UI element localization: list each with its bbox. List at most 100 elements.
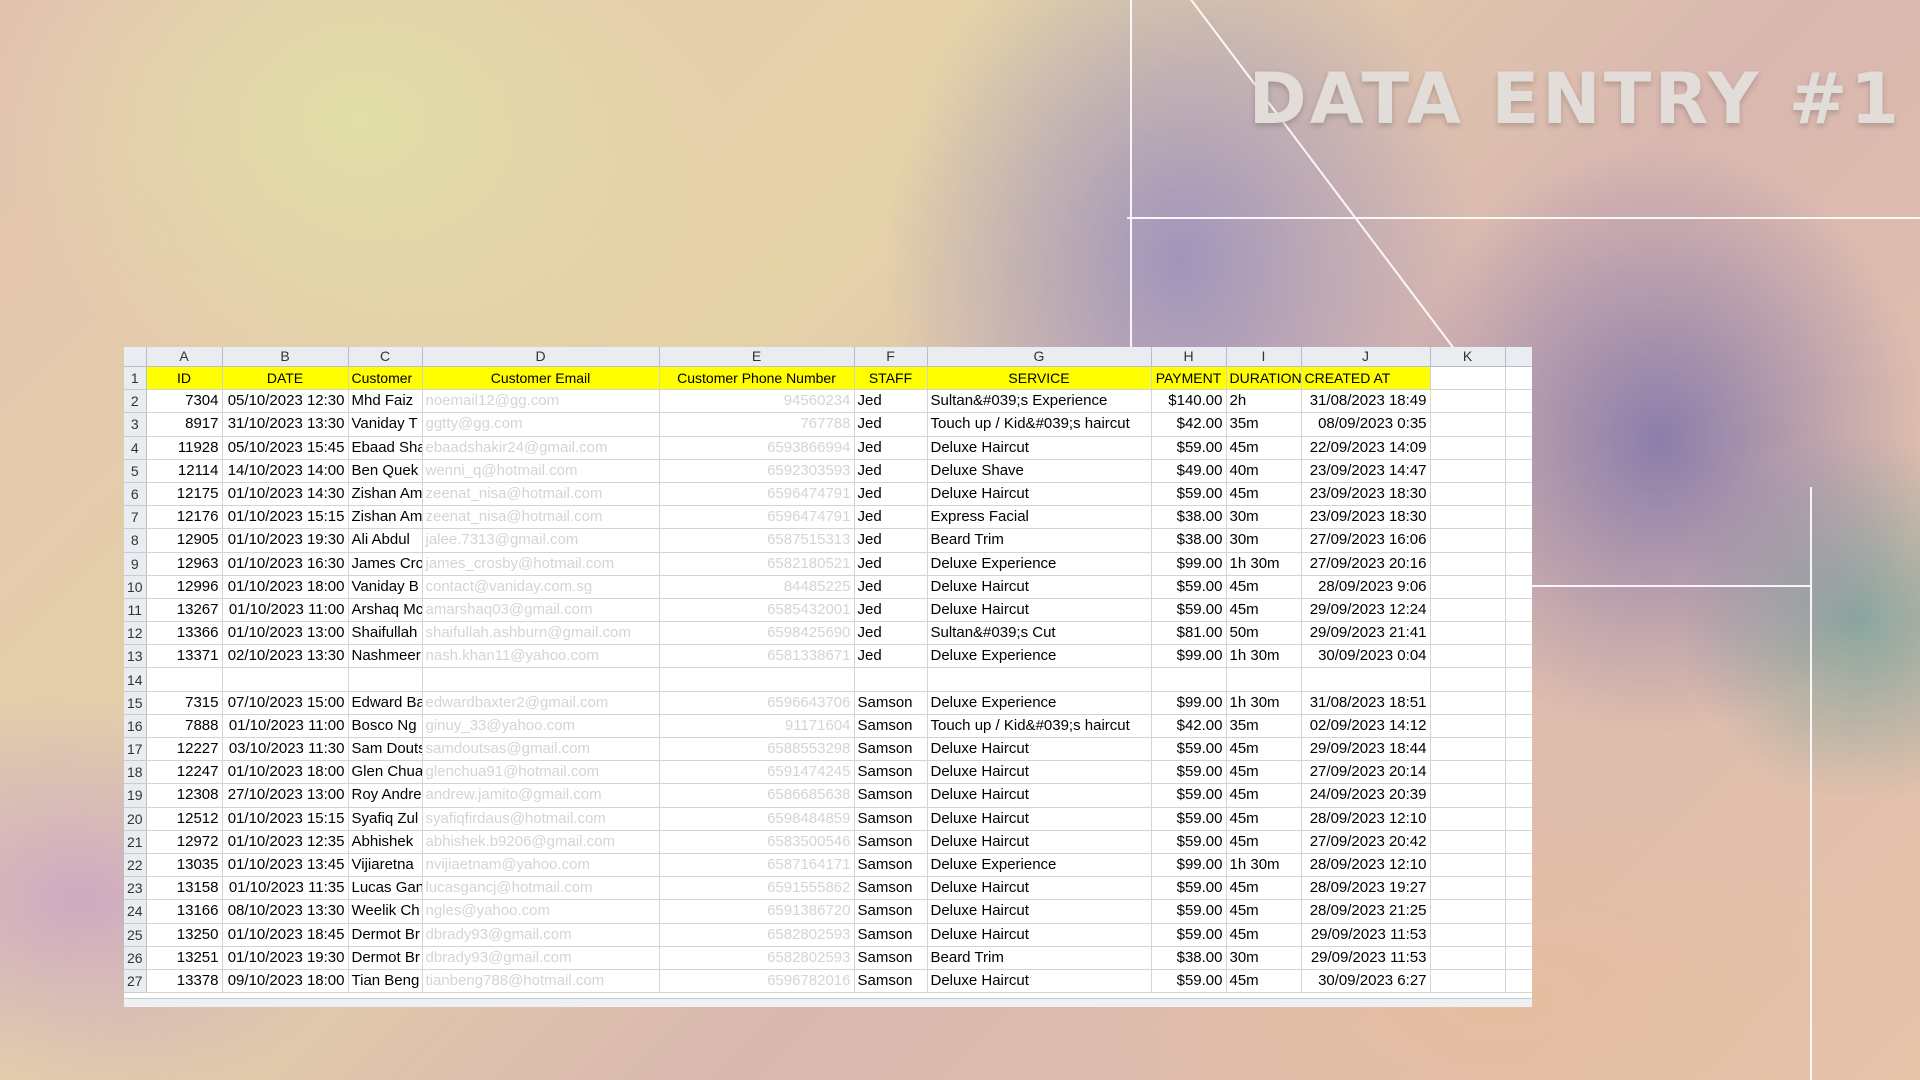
row-number[interactable]: 5 [124,459,147,483]
cell-id[interactable]: 12176 [146,505,223,530]
cell-customer[interactable]: Vaniday T [348,412,423,437]
cell[interactable] [1430,737,1506,762]
cell[interactable] [1430,575,1506,599]
cell-id[interactable]: 12996 [146,575,223,599]
header-cell[interactable]: DATE [222,366,349,391]
cell-email[interactable]: ginuy_33@yahoo.com [422,714,660,739]
row-number[interactable]: 3 [124,412,147,437]
cell-id[interactable]: 7888 [146,714,223,739]
cell-payment[interactable]: $59.00 [1151,830,1227,854]
cell-duration[interactable]: 45m [1226,899,1302,924]
cell-date[interactable]: 01/10/2023 15:15 [222,505,349,530]
cell-staff[interactable]: Samson [854,691,928,715]
cell-service[interactable]: Deluxe Experience [927,853,1152,878]
row-number[interactable]: 17 [124,737,147,762]
cell-date[interactable]: 05/10/2023 12:30 [222,389,349,414]
cell-duration[interactable]: 45m [1226,783,1302,808]
cell-service[interactable]: Deluxe Experience [927,552,1152,576]
cell-duration[interactable]: 45m [1226,737,1302,762]
row-number[interactable]: 10 [124,575,147,599]
cell[interactable] [1505,737,1532,762]
cell-staff[interactable]: Samson [854,899,928,924]
cell-duration[interactable]: 30m [1226,946,1302,970]
cell-created[interactable]: 02/09/2023 14:12 [1301,714,1431,739]
cell-email[interactable]: dbrady93@gmail.com [422,946,660,970]
cell-id[interactable]: 12512 [146,807,223,831]
cell-created[interactable]: 28/09/2023 12:10 [1301,807,1431,831]
cell[interactable] [1505,621,1532,646]
cell-staff[interactable]: Jed [854,621,928,646]
cell-created[interactable]: 31/08/2023 18:51 [1301,691,1431,715]
row-number[interactable]: 15 [124,691,147,715]
cell-customer[interactable]: Vijiaretna [348,853,423,878]
cell-payment[interactable]: $140.00 [1151,389,1227,414]
cell-created[interactable]: 23/09/2023 14:47 [1301,459,1431,483]
cell-email[interactable]: zeenat_nisa@hotmail.com [422,505,660,530]
row-number[interactable]: 21 [124,830,147,854]
cell[interactable] [1430,412,1506,437]
row-number[interactable]: 26 [124,946,147,970]
header-cell[interactable]: STAFF [854,366,928,391]
cell-customer[interactable]: Zishan Am [348,505,423,530]
cell-payment[interactable]: $59.00 [1151,899,1227,924]
cell-created[interactable]: 31/08/2023 18:49 [1301,389,1431,414]
cell-staff[interactable]: Jed [854,575,928,599]
cell-service[interactable]: Deluxe Haircut [927,830,1152,854]
cell-date[interactable]: 01/10/2023 19:30 [222,946,349,970]
row-number[interactable]: 24 [124,899,147,924]
cell-staff[interactable]: Jed [854,644,928,669]
cell-id[interactable]: 12175 [146,482,223,507]
cell-payment[interactable]: $99.00 [1151,552,1227,576]
row-number[interactable]: 6 [124,482,147,507]
cell[interactable] [1430,667,1506,692]
cell-email[interactable]: contact@vaniday.com.sg [422,575,660,599]
cell-staff[interactable]: Samson [854,737,928,762]
cell[interactable] [1430,830,1506,854]
cell-created[interactable]: 22/09/2023 14:09 [1301,436,1431,460]
cell-payment[interactable]: $99.00 [1151,644,1227,669]
cell-id[interactable]: 13267 [146,598,223,623]
cell[interactable] [1430,923,1506,947]
cell-customer[interactable]: Abhishek [348,830,423,854]
cell-staff[interactable]: Jed [854,528,928,553]
cell-payment[interactable]: $38.00 [1151,528,1227,553]
row-number[interactable]: 16 [124,714,147,739]
cell-customer[interactable]: Glen Chua [348,760,423,785]
cell-staff[interactable]: Samson [854,830,928,854]
header-cell[interactable]: Customer [348,366,423,391]
cell[interactable] [1430,899,1506,924]
cell[interactable] [1430,807,1506,831]
cell-service[interactable]: Deluxe Experience [927,691,1152,715]
cell-payment[interactable]: $81.00 [1151,621,1227,646]
cell[interactable] [1430,621,1506,646]
cell-duration[interactable]: 45m [1226,923,1302,947]
cell-service[interactable]: Sultan&#039;s Experience [927,389,1152,414]
cell-created[interactable]: 28/09/2023 9:06 [1301,575,1431,599]
row-number[interactable]: 9 [124,552,147,576]
cell-created[interactable]: 23/09/2023 18:30 [1301,482,1431,507]
cell[interactable] [1505,946,1532,970]
cell-duration[interactable]: 40m [1226,459,1302,483]
cell-id[interactable]: 8917 [146,412,223,437]
cell-id[interactable] [146,667,223,692]
cell[interactable] [1505,923,1532,947]
cell-date[interactable]: 01/10/2023 18:45 [222,923,349,947]
cell-phone[interactable]: 6591555862 [659,876,855,901]
cell-payment[interactable] [1151,667,1227,692]
row-number[interactable]: 7 [124,505,147,530]
cell-phone[interactable]: 6591474245 [659,760,855,785]
cell-payment[interactable]: $99.00 [1151,853,1227,878]
column-header-e[interactable]: E [659,347,855,367]
cell[interactable] [1430,528,1506,553]
cell-email[interactable]: noemail12@gg.com [422,389,660,414]
cell-phone[interactable]: 6586685638 [659,783,855,808]
cell-email[interactable]: glenchua91@hotmail.com [422,760,660,785]
cell-phone[interactable]: 6591386720 [659,899,855,924]
cell-id[interactable]: 7315 [146,691,223,715]
row-number[interactable]: 14 [124,667,147,692]
cell-date[interactable]: 31/10/2023 13:30 [222,412,349,437]
cell-payment[interactable]: $59.00 [1151,760,1227,785]
cell[interactable] [1505,899,1532,924]
row-number[interactable]: 11 [124,598,147,623]
cell-service[interactable]: Deluxe Haircut [927,783,1152,808]
